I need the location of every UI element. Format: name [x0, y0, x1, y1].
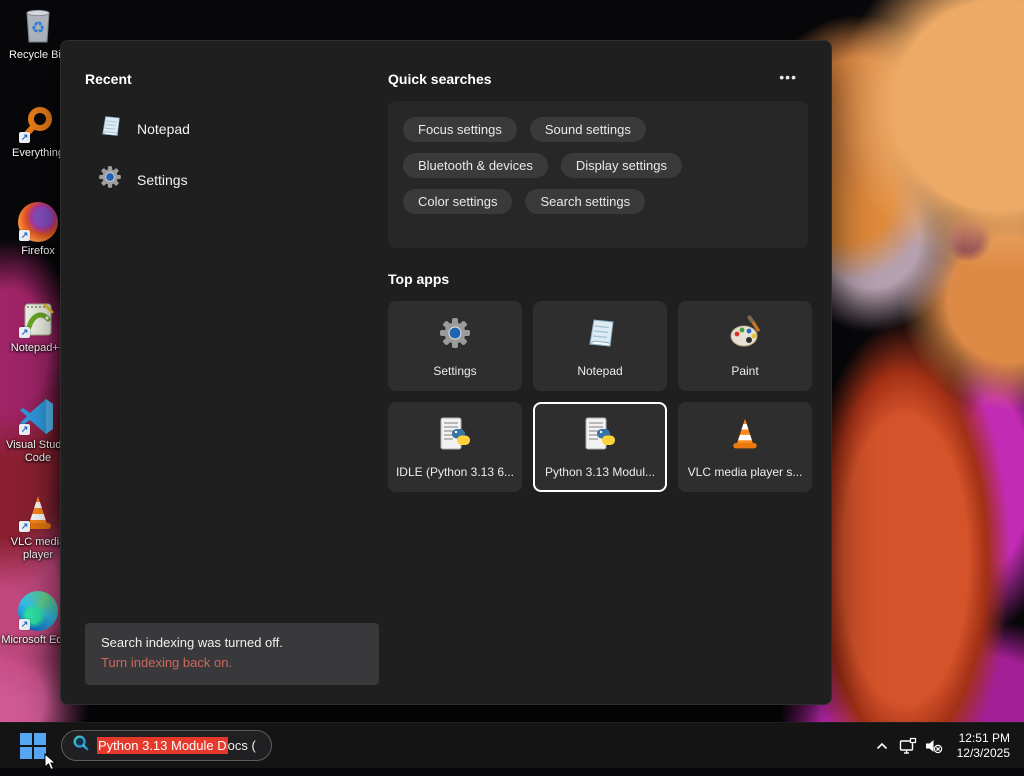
vlc-cone-icon — [727, 416, 763, 457]
shortcut-arrow-icon: ↗ — [19, 230, 30, 241]
shortcut-arrow-icon: ↗ — [19, 132, 30, 143]
top-apps-header: Top apps — [388, 271, 449, 287]
clock-time: 12:51 PM — [957, 731, 1010, 746]
taskbar-clock[interactable]: 12:51 PM 12/3/2025 — [957, 731, 1010, 761]
vscode-icon: ↗ — [18, 396, 58, 436]
recent-item-label: Settings — [137, 172, 188, 188]
top-app-tile-python-module-docs[interactable]: Python 3.13 Modul... — [533, 402, 667, 492]
quick-search-pill[interactable]: Focus settings — [403, 117, 517, 142]
firefox-icon: ↗ — [18, 202, 58, 242]
taskbar: Python 3.13 Module Docs ( 12: — [0, 722, 1024, 768]
clock-date: 12/3/2025 — [957, 746, 1010, 761]
indexing-notice-message: Search indexing was turned off. — [101, 633, 363, 653]
top-app-tile-idle-python[interactable]: IDLE (Python 3.13 6... — [388, 402, 522, 492]
settings-gear-icon — [97, 164, 123, 195]
recent-item-label: Notepad — [137, 121, 190, 137]
top-app-tile-notepad[interactable]: Notepad — [533, 301, 667, 391]
search-text-normal: ocs ( — [228, 738, 256, 753]
turn-indexing-on-link[interactable]: Turn indexing back on. — [101, 653, 363, 673]
paint-palette-icon — [727, 315, 763, 356]
windows-logo-icon — [20, 733, 32, 745]
top-apps-grid: Settings Notepad — [388, 301, 810, 492]
start-button[interactable] — [19, 732, 47, 760]
top-app-label: Notepad — [577, 364, 622, 378]
indexing-notice: Search indexing was turned off. Turn ind… — [85, 623, 379, 685]
quick-search-pill[interactable]: Display settings — [561, 153, 682, 178]
top-app-tile-vlc[interactable]: VLC media player s... — [678, 402, 812, 492]
settings-gear-icon — [437, 315, 473, 356]
notepad-icon — [582, 315, 618, 356]
network-icon[interactable] — [895, 733, 921, 759]
search-flyout-panel: Recent Notepad — [60, 40, 832, 705]
vlc-cone-icon: ↗ — [18, 493, 58, 533]
notepad-icon — [97, 113, 123, 144]
quick-search-pill[interactable]: Color settings — [403, 189, 512, 214]
top-app-tile-paint[interactable]: Paint — [678, 301, 812, 391]
volume-muted-icon[interactable] — [921, 733, 947, 759]
quick-searches-box: Focus settings Sound settings Bluetooth … — [388, 101, 808, 248]
recent-list: Notepad Settings — [85, 103, 365, 205]
more-options-button[interactable]: ••• — [773, 67, 803, 87]
python-doc-icon — [582, 416, 618, 457]
top-app-label: VLC media player s... — [688, 465, 803, 479]
top-app-label: Settings — [433, 364, 476, 378]
recycle-bin-icon: ♻ — [18, 6, 58, 46]
quick-search-pill[interactable]: Bluetooth & devices — [403, 153, 548, 178]
quick-searches-header: Quick searches — [388, 71, 492, 87]
quick-search-pill[interactable]: Search settings — [525, 189, 645, 214]
recent-header: Recent — [85, 71, 132, 87]
quick-search-pill[interactable]: Sound settings — [530, 117, 646, 142]
recent-item-settings[interactable]: Settings — [85, 154, 365, 205]
recent-item-notepad[interactable]: Notepad — [85, 103, 365, 154]
taskbar-search-box[interactable]: Python 3.13 Module Docs ( — [61, 730, 272, 761]
svg-text:♻: ♻ — [31, 20, 45, 37]
top-app-label: Paint — [731, 364, 758, 378]
top-app-label: Python 3.13 Modul... — [545, 465, 655, 479]
notepad-plus-plus-icon: ↗ — [18, 299, 58, 339]
top-app-tile-settings[interactable]: Settings — [388, 301, 522, 391]
shortcut-arrow-icon: ↗ — [19, 521, 30, 532]
everything-magnifier-icon: ↗ — [18, 104, 58, 144]
shortcut-arrow-icon: ↗ — [19, 619, 30, 630]
search-magnifier-icon — [72, 734, 90, 757]
edge-icon: ↗ — [18, 591, 58, 631]
shortcut-arrow-icon: ↗ — [19, 424, 30, 435]
top-app-label: IDLE (Python 3.13 6... — [396, 465, 514, 479]
search-text-selected: Python 3.13 Module D — [97, 737, 228, 754]
shortcut-arrow-icon: ↗ — [19, 327, 30, 338]
hidden-icons-chevron-icon[interactable] — [869, 733, 895, 759]
python-doc-icon — [437, 416, 473, 457]
search-input-text: Python 3.13 Module Docs ( — [97, 738, 256, 753]
system-tray: 12:51 PM 12/3/2025 — [869, 723, 1024, 769]
